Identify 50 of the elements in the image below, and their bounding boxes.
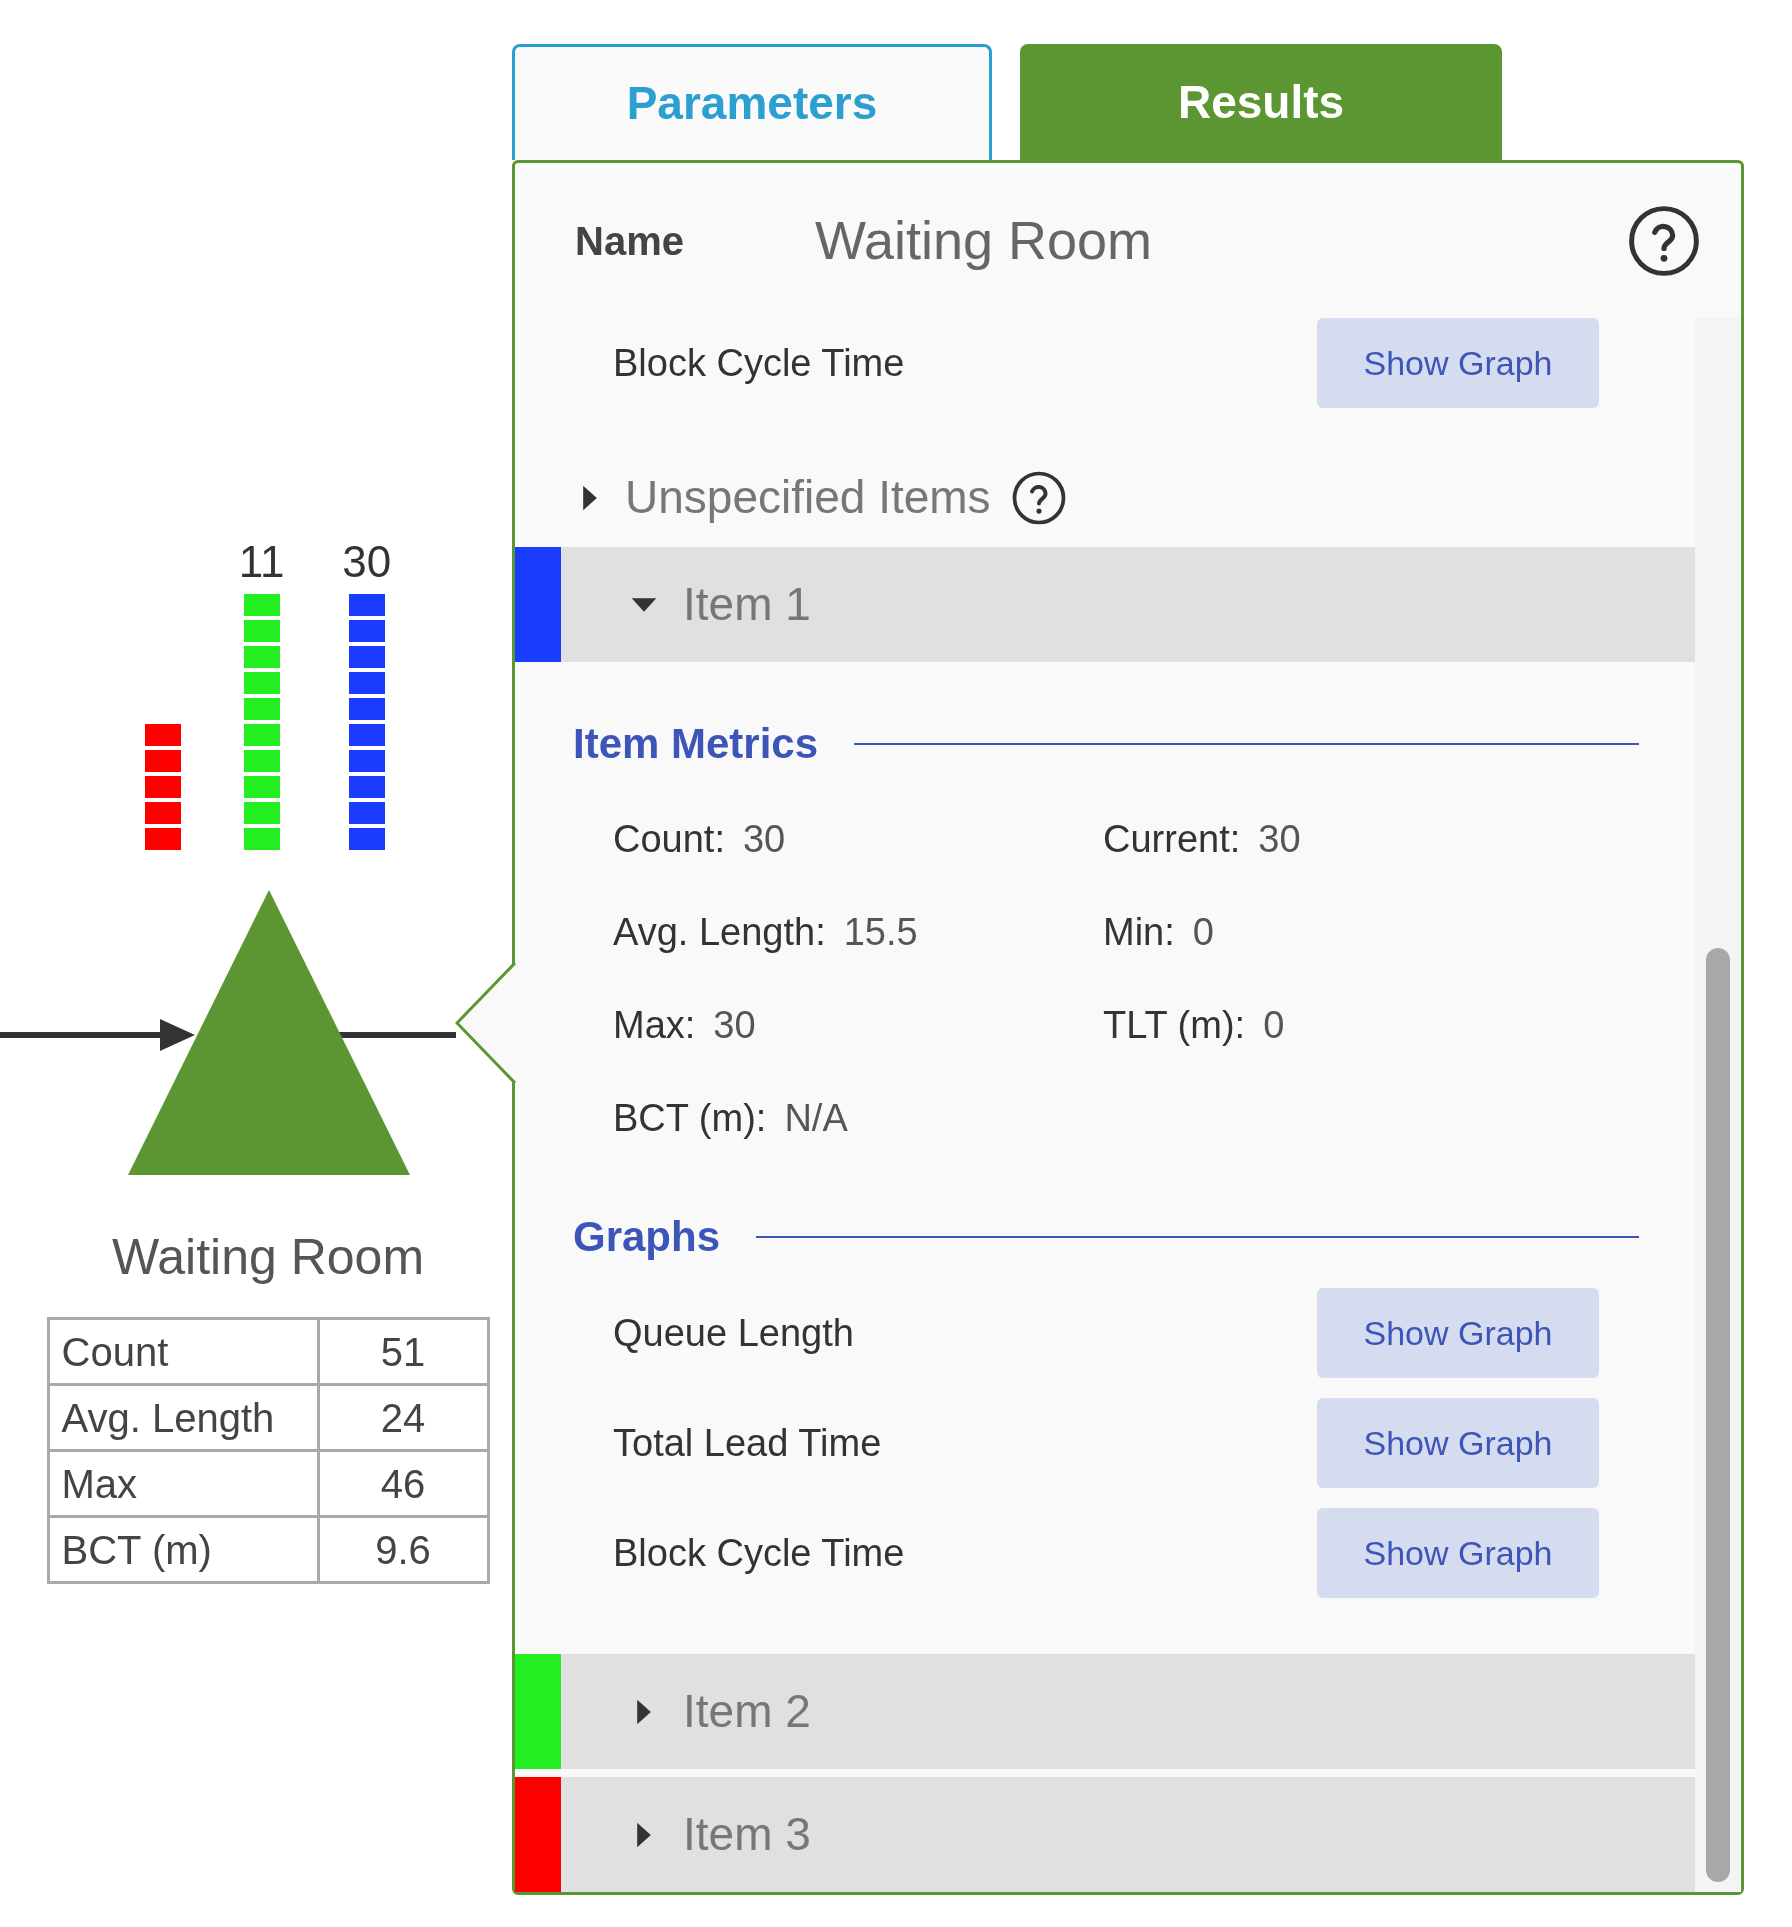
item-title: Item 3 xyxy=(683,1807,811,1862)
table-cell: 51 xyxy=(318,1318,488,1385)
table-cell: 9.6 xyxy=(318,1516,488,1583)
tab[interactable]: Parameters xyxy=(512,44,992,160)
metric-label: TLT (m): xyxy=(1103,1003,1246,1048)
item-header[interactable]: Item 3 xyxy=(515,1777,1695,1892)
metric-value: 15.5 xyxy=(843,910,918,955)
graph-label: Queue Length xyxy=(613,1310,854,1356)
metric-label: BCT (m): xyxy=(613,1096,767,1141)
help-icon[interactable] xyxy=(1627,203,1701,278)
item-header[interactable]: Item 1 xyxy=(515,547,1695,662)
metric-value: 30 xyxy=(713,1003,756,1048)
table-cell: Count xyxy=(48,1318,318,1385)
metric-label: Count: xyxy=(613,817,725,862)
unspecified-items-toggle[interactable]: Unspecified Items xyxy=(575,463,991,532)
table-cell: 24 xyxy=(318,1384,488,1451)
name-value[interactable]: Waiting Room xyxy=(815,200,1627,281)
item-title: Item 2 xyxy=(683,1684,811,1739)
metric-value: N/A xyxy=(784,1096,848,1141)
metric-value: 30 xyxy=(1258,817,1301,862)
metric-label: Max: xyxy=(613,1003,696,1048)
queue-count: 11 xyxy=(238,540,285,584)
metric-label: Min: xyxy=(1103,910,1175,955)
show-graph-button[interactable]: Show Graph xyxy=(1317,1288,1599,1378)
table-cell: Avg. Length xyxy=(48,1384,318,1451)
table-cell: Max xyxy=(48,1450,318,1517)
scrollbar-thumb[interactable] xyxy=(1706,948,1730,1882)
node-label: Waiting Room xyxy=(111,1228,425,1287)
graph-label: Block Cycle Time xyxy=(613,340,905,386)
section-title: Item Metrics xyxy=(573,719,819,769)
tab[interactable]: Results xyxy=(1020,44,1502,160)
section-title: Graphs xyxy=(573,1212,721,1262)
queue-count: 30 xyxy=(342,540,392,584)
table-cell: 46 xyxy=(318,1450,488,1517)
name-label: Name xyxy=(575,217,685,265)
table-cell: BCT (m) xyxy=(48,1516,318,1583)
metric-value: 0 xyxy=(1192,910,1214,955)
item-title: Item 1 xyxy=(683,577,811,632)
triangle-node[interactable] xyxy=(128,890,410,1175)
metric-label: Current: xyxy=(1103,817,1241,862)
graph-label: Total Lead Time xyxy=(613,1420,882,1466)
metric-value: 0 xyxy=(1263,1003,1285,1048)
item-header[interactable]: Item 2 xyxy=(515,1654,1695,1769)
help-icon[interactable] xyxy=(1010,469,1067,526)
show-graph-button[interactable]: Show Graph xyxy=(1317,318,1599,408)
show-graph-button[interactable]: Show Graph xyxy=(1317,1508,1599,1598)
metric-value: 30 xyxy=(742,817,786,862)
graph-label: Block Cycle Time xyxy=(613,1530,905,1576)
metric-label: Avg. Length: xyxy=(613,910,826,955)
show-graph-button[interactable]: Show Graph xyxy=(1317,1398,1599,1488)
